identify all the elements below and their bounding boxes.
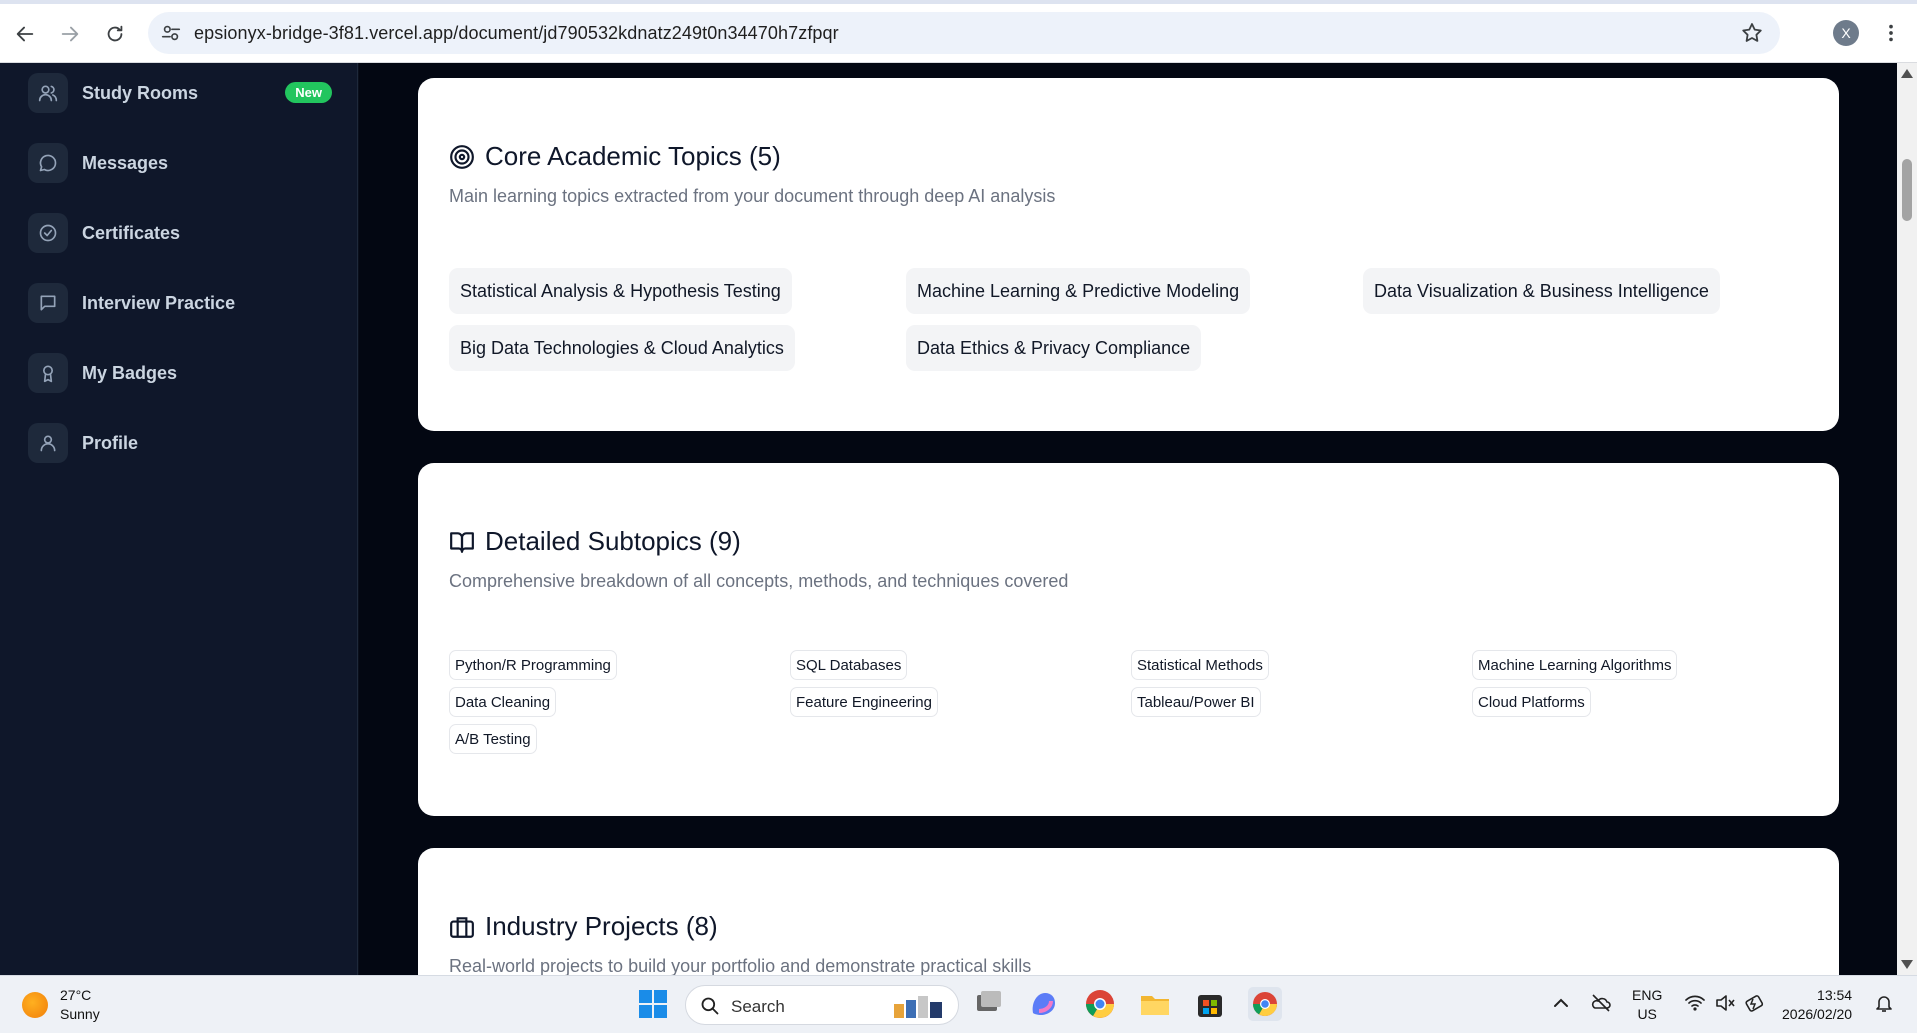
arrow-left-icon bbox=[16, 26, 34, 42]
region-code: US bbox=[1637, 1006, 1657, 1022]
taskbar-search[interactable]: Search bbox=[685, 985, 959, 1025]
main-content: Core Academic Topics (5) Main learning t… bbox=[359, 63, 1897, 975]
microsoft-store-icon[interactable] bbox=[1193, 987, 1227, 1021]
subtopic-chip: Cloud Platforms bbox=[1472, 687, 1591, 717]
sidebar-item-messages[interactable]: Messages bbox=[28, 141, 334, 185]
forward-button[interactable] bbox=[52, 16, 88, 52]
wifi-icon[interactable] bbox=[1684, 992, 1706, 1014]
subtopics-card: Detailed Subtopics (9) Comprehensive bre… bbox=[418, 463, 1839, 816]
sidebar-item-label: Certificates bbox=[82, 222, 181, 243]
url-text[interactable]: epsionyx-bridge-3f81.vercel.app/document… bbox=[194, 23, 839, 44]
language-indicator[interactable]: ENG US bbox=[1632, 986, 1662, 1024]
site-info-icon[interactable] bbox=[160, 22, 182, 44]
task-view-icon[interactable] bbox=[972, 987, 1006, 1021]
sidebar: Study Rooms New Messages Certificates In… bbox=[0, 63, 358, 975]
weather-temp: 27°C bbox=[60, 987, 92, 1003]
copilot-icon[interactable] bbox=[1027, 987, 1061, 1021]
onedrive-off-icon[interactable] bbox=[1590, 992, 1612, 1014]
subtopic-chip: SQL Databases bbox=[790, 650, 908, 680]
sidebar-item-label: Profile bbox=[82, 432, 139, 453]
core-topics-subtitle: Main learning topics extracted from your… bbox=[449, 186, 1056, 206]
scroll-up-arrow[interactable] bbox=[1901, 69, 1913, 78]
users-icon bbox=[28, 73, 68, 113]
core-topic-chip: Machine Learning & Predictive Modeling bbox=[906, 268, 1251, 314]
system-clock[interactable]: 13:54 2026/02/20 bbox=[1782, 986, 1852, 1024]
sidebar-item-label: Study Rooms bbox=[82, 82, 199, 103]
core-topics-title: Core Academic Topics (5) bbox=[485, 141, 781, 171]
projects-heading: Industry Projects (8) bbox=[449, 911, 718, 942]
core-topics-card: Core Academic Topics (5) Main learning t… bbox=[418, 78, 1839, 431]
back-button[interactable] bbox=[7, 16, 43, 52]
subtopics-title: Detailed Subtopics (9) bbox=[485, 526, 741, 556]
notification-bell-icon[interactable] bbox=[1874, 993, 1894, 1013]
target-icon bbox=[450, 144, 474, 169]
windows-taskbar: 27°C Sunny Search ENG US 13:54 2026/02/2… bbox=[0, 975, 1917, 1033]
reload-button[interactable] bbox=[97, 16, 133, 52]
sidebar-item-label: Interview Practice bbox=[82, 292, 236, 313]
subtopic-chip: Python/R Programming bbox=[449, 650, 617, 680]
profile-avatar[interactable]: X bbox=[1833, 20, 1859, 46]
sidebar-item-study-rooms[interactable]: Study Rooms New bbox=[28, 71, 334, 115]
weather-widget[interactable]: 27°C Sunny bbox=[22, 986, 100, 1024]
scroll-down-arrow[interactable] bbox=[1901, 960, 1913, 969]
core-topic-chip: Data Ethics & Privacy Compliance bbox=[906, 325, 1202, 371]
browser-toolbar: epsionyx-bridge-3f81.vercel.app/document… bbox=[0, 0, 1917, 63]
subtopic-chip: Statistical Methods bbox=[1131, 650, 1269, 680]
core-topic-chip: Big Data Technologies & Cloud Analytics bbox=[449, 325, 795, 371]
arrow-right-icon bbox=[61, 26, 79, 42]
browser-menu-button[interactable] bbox=[1876, 18, 1906, 48]
tab-strip bbox=[0, 0, 1917, 4]
user-icon bbox=[28, 423, 68, 463]
sidebar-item-certificates[interactable]: Certificates bbox=[28, 211, 334, 255]
sidebar-item-label: Messages bbox=[82, 152, 169, 173]
bookmark-star-icon[interactable] bbox=[1740, 21, 1764, 45]
subtopics-heading: Detailed Subtopics (9) bbox=[449, 526, 741, 557]
more-vertical-icon bbox=[1889, 24, 1893, 42]
subtopic-chip: Data Cleaning bbox=[449, 687, 557, 717]
address-bar[interactable]: epsionyx-bridge-3f81.vercel.app/document… bbox=[148, 12, 1780, 54]
message-circle-icon bbox=[28, 143, 68, 183]
weather-desc: Sunny bbox=[60, 1006, 100, 1022]
sidebar-item-profile[interactable]: Profile bbox=[28, 421, 334, 465]
reload-icon bbox=[107, 25, 123, 42]
search-icon bbox=[701, 997, 719, 1015]
file-explorer-icon[interactable] bbox=[1138, 987, 1172, 1021]
subtopic-chip: Tableau/Power BI bbox=[1131, 687, 1261, 717]
check-circle-icon bbox=[28, 213, 68, 253]
core-topic-chip: Statistical Analysis & Hypothesis Testin… bbox=[449, 268, 792, 314]
projects-title: Industry Projects (8) bbox=[485, 911, 718, 941]
clock-date: 2026/02/20 bbox=[1782, 1006, 1853, 1022]
sidebar-item-my-badges[interactable]: My Badges bbox=[28, 351, 334, 395]
award-icon bbox=[28, 353, 68, 393]
search-label: Search bbox=[731, 997, 785, 1016]
core-topic-chip: Data Visualization & Business Intelligen… bbox=[1363, 268, 1720, 314]
scrollbar-thumb[interactable] bbox=[1902, 159, 1912, 221]
new-badge: New bbox=[285, 82, 332, 103]
page-scrollbar[interactable] bbox=[1897, 63, 1917, 975]
briefcase-icon bbox=[450, 916, 474, 938]
sidebar-item-label: My Badges bbox=[82, 362, 178, 383]
language-code: ENG bbox=[1632, 987, 1663, 1003]
subtopics-subtitle: Comprehensive breakdown of all concepts,… bbox=[449, 571, 1069, 591]
core-topics-heading: Core Academic Topics (5) bbox=[449, 141, 781, 172]
chrome-icon[interactable] bbox=[1083, 987, 1117, 1021]
chrome-active-icon[interactable] bbox=[1248, 987, 1282, 1021]
search-highlight-icon bbox=[894, 996, 942, 1018]
clock-time: 13:54 bbox=[1817, 987, 1853, 1003]
subtopic-chip: Machine Learning Algorithms bbox=[1472, 650, 1678, 680]
volume-muted-icon[interactable] bbox=[1714, 992, 1736, 1014]
battery-charging-icon[interactable] bbox=[1744, 992, 1766, 1014]
sun-icon bbox=[22, 992, 48, 1018]
subtopic-chip: A/B Testing bbox=[449, 724, 537, 754]
sidebar-item-interview-practice[interactable]: Interview Practice bbox=[28, 281, 334, 325]
projects-card: Industry Projects (8) Real-world project… bbox=[418, 848, 1839, 975]
chevron-up-icon[interactable] bbox=[1550, 992, 1572, 1014]
projects-subtitle: Real-world projects to build your portfo… bbox=[449, 956, 1032, 975]
book-open-icon bbox=[450, 531, 474, 553]
message-square-icon bbox=[28, 283, 68, 323]
windows-start-icon[interactable] bbox=[636, 987, 670, 1021]
subtopic-chip: Feature Engineering bbox=[790, 687, 938, 717]
